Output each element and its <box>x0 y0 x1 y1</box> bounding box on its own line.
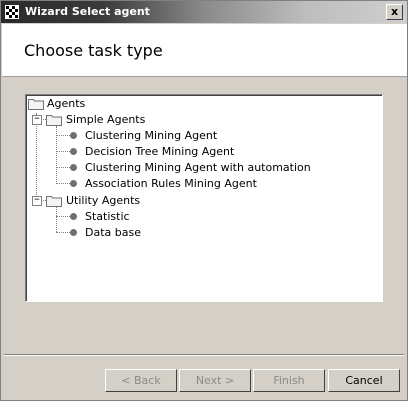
tree-connector <box>36 113 37 201</box>
footer-separator <box>4 354 404 356</box>
agent-tree[interactable]: Agents − Simple Agents Clustering Mining… <box>25 94 383 302</box>
tree-item-label: Data base <box>85 226 141 239</box>
tree-item-label: Clustering Mining Agent with automation <box>85 161 311 174</box>
tree-item-label: Decision Tree Mining Agent <box>85 145 235 158</box>
tree-connector <box>56 216 70 217</box>
title-bar[interactable]: Wizard Select agent x <box>1 1 407 23</box>
window-title: Wizard Select agent <box>25 5 150 18</box>
wizard-header: Choose task type <box>2 24 407 77</box>
tree-connector <box>56 232 70 233</box>
cancel-button[interactable]: Cancel <box>328 369 400 392</box>
app-icon <box>5 5 19 19</box>
folder-icon <box>28 99 44 110</box>
tree-item-label: Statistic <box>85 210 130 223</box>
tree-item-label: Association Rules Mining Agent <box>85 177 257 190</box>
back-button[interactable]: < Back <box>105 369 177 392</box>
tree-connector <box>56 207 57 232</box>
page-title: Choose task type <box>24 41 163 60</box>
folder-icon <box>46 196 62 207</box>
close-button[interactable]: x <box>386 4 403 20</box>
finish-button[interactable]: Finish <box>253 369 325 392</box>
bullet-icon <box>70 148 77 155</box>
collapse-toggle[interactable]: − <box>32 115 42 125</box>
bullet-icon <box>70 213 77 220</box>
tree-group-label: Simple Agents <box>66 113 146 126</box>
bullet-icon <box>70 180 77 187</box>
tree-root-label: Agents <box>47 97 86 110</box>
tree-connector <box>56 151 70 152</box>
wizard-window: Wizard Select agent x Choose task type A… <box>0 0 408 401</box>
folder-icon <box>46 115 62 126</box>
tree-connector <box>56 135 70 136</box>
tree-group-label: Utility Agents <box>66 194 141 207</box>
bullet-icon <box>70 132 77 139</box>
bullet-icon <box>70 229 77 236</box>
bullet-icon <box>70 164 77 171</box>
collapse-toggle[interactable]: − <box>32 196 42 206</box>
tree-connector <box>56 183 70 184</box>
tree-connector <box>56 167 70 168</box>
tree-item-label: Clustering Mining Agent <box>85 129 218 142</box>
next-button[interactable]: Next > <box>179 369 251 392</box>
